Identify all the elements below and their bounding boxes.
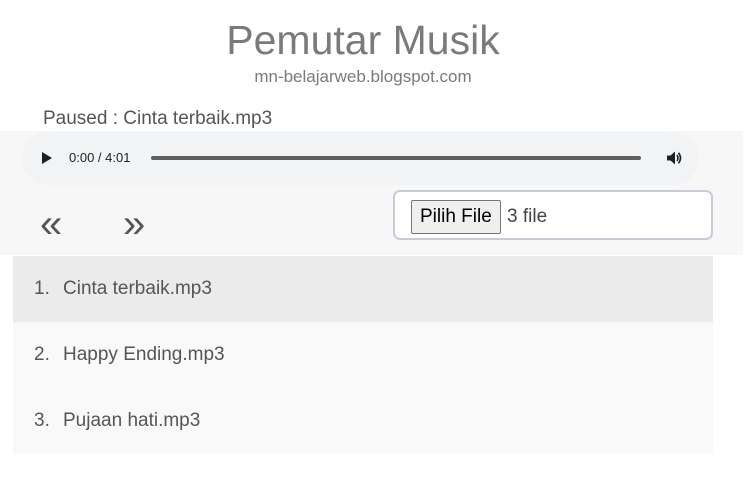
audio-player: 0:00 / 4:01 [22,131,699,185]
selected-file-count: 3 file [507,206,548,227]
next-track-button[interactable]: » [123,200,145,248]
playlist-item-title: Pujaan hati.mp3 [63,410,201,431]
playlist-item-number: 2. [34,344,50,365]
playlist: 1. Cinta terbaik.mp3 2. Happy Ending.mp3 3. P… [13,256,713,454]
page-title: Pemutar Musik [226,17,500,63]
playlist-item[interactable]: 1. Cinta terbaik.mp3 [13,256,713,322]
page-subtitle: mn-belajarweb.blogspot.com [254,67,472,86]
playlist-item-number: 1. [34,278,50,299]
playback-status: Paused : Cinta terbaik.mp3 [43,108,273,129]
playlist-item[interactable]: 2. Happy Ending.mp3 [13,322,713,388]
playlist-item[interactable]: 3. Pujaan hati.mp3 [13,388,713,454]
playlist-item-title: Cinta terbaik.mp3 [63,278,212,299]
volume-icon[interactable] [665,149,683,167]
time-display: 0:00 / 4:01 [69,150,131,165]
music-player-page: Pemutar Musik mn-belajarweb.blogspot.com… [0,0,755,496]
seek-bar[interactable] [151,156,641,160]
choose-file-button[interactable]: Pilih File [411,200,501,234]
play-icon[interactable] [38,150,54,166]
playlist-item-number: 3. [34,410,50,431]
previous-track-button[interactable]: « [40,200,62,248]
file-input: Pilih File 3 file [393,190,713,240]
playlist-item-title: Happy Ending.mp3 [63,344,225,365]
